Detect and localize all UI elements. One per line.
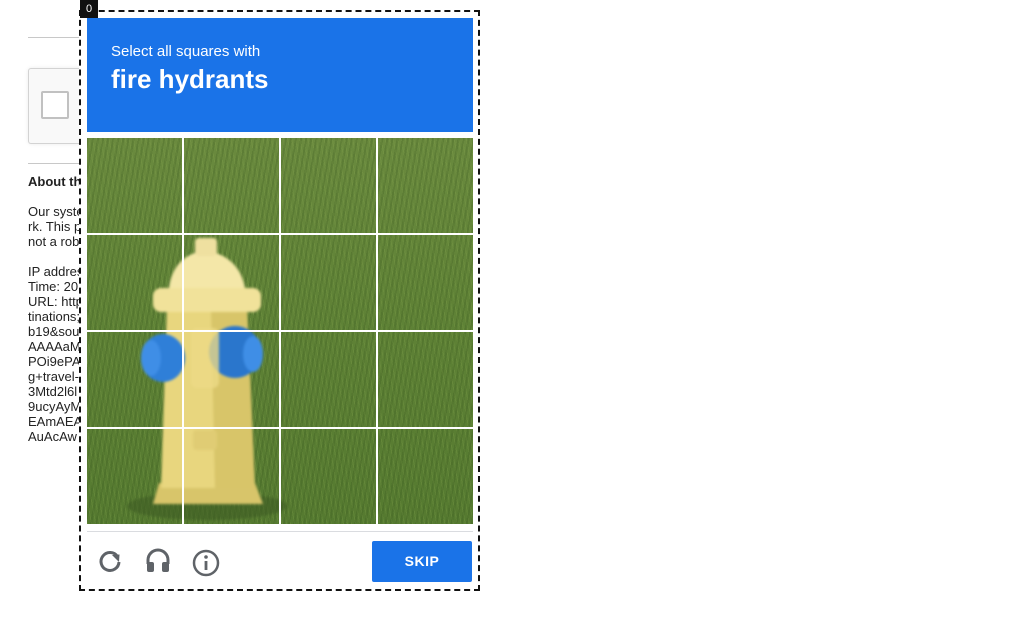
image-tile-11[interactable] (281, 332, 376, 427)
image-tile-3[interactable] (281, 138, 376, 233)
image-tile-1[interactable] (87, 138, 182, 233)
corner-badge: 0 (80, 0, 98, 18)
background-text-line: URL: http (28, 294, 83, 309)
image-tile-8[interactable] (378, 235, 473, 330)
image-tile-12[interactable] (378, 332, 473, 427)
image-tile-6[interactable] (184, 235, 279, 330)
image-tile-16[interactable] (378, 429, 473, 524)
background-text-line: EAmAEA (28, 414, 83, 429)
image-tile-7[interactable] (281, 235, 376, 330)
image-tile-4[interactable] (378, 138, 473, 233)
image-tile-10[interactable] (184, 332, 279, 427)
background-text-line: not a rob (28, 234, 80, 249)
background-text-line: Time: 20 (28, 279, 79, 294)
challenge-header: Select all squares with fire hydrants (87, 18, 473, 132)
image-tile-15[interactable] (281, 429, 376, 524)
background-text-line: 9ucyAyM (28, 399, 82, 414)
image-tile-2[interactable] (184, 138, 279, 233)
background-text-line: AAAAaM (28, 339, 81, 354)
background-text-line: AuAcAw (28, 429, 77, 444)
background-text-line: rk. This p (28, 219, 82, 234)
background-text-line: b19&sou (28, 324, 80, 339)
background-text-line: g+travel- (28, 369, 79, 384)
reload-icon[interactable] (95, 547, 125, 577)
background-text-line: 3Mtd2l6l (28, 384, 78, 399)
target-object: fire hydrants (111, 64, 269, 94)
instruction-prefix: Select all squares with (111, 43, 261, 60)
image-tile-5[interactable] (87, 235, 182, 330)
about-title: About th (28, 174, 82, 189)
image-grid (87, 138, 473, 524)
skip-button[interactable]: SKIP (372, 541, 472, 582)
info-icon[interactable] (191, 548, 221, 578)
image-tile-14[interactable] (184, 429, 279, 524)
image-tile-9[interactable] (87, 332, 182, 427)
background-text-line: Our syste (28, 204, 84, 219)
audio-icon[interactable] (143, 546, 173, 576)
image-tile-13[interactable] (87, 429, 182, 524)
background-text-line: POi9ePA (28, 354, 81, 369)
background-text-line: IP addres (28, 264, 84, 279)
footer-divider (87, 531, 473, 532)
background-text-line: tinations; (28, 309, 81, 324)
recaptcha-checkbox[interactable] (41, 91, 69, 119)
